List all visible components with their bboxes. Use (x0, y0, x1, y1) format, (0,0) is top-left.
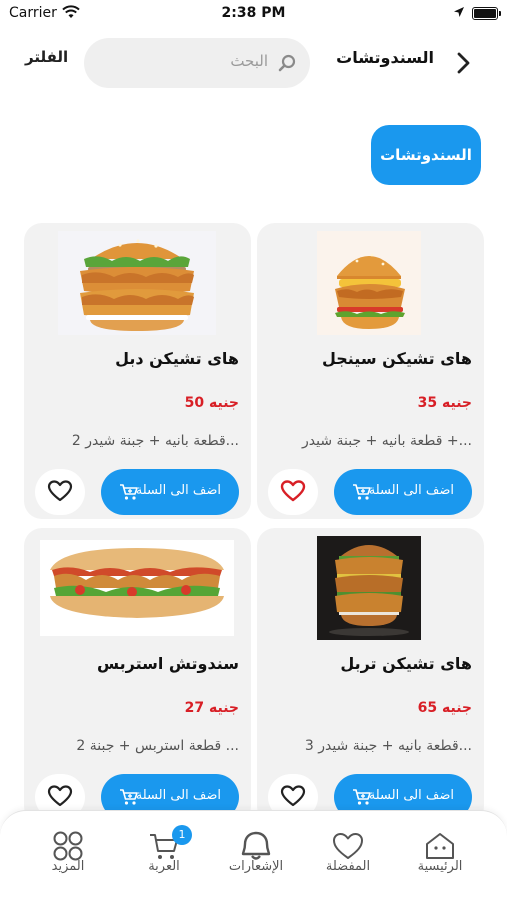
add-to-cart-label: اضف الى السلة (368, 788, 454, 803)
product-price: 65 جنيه (417, 700, 472, 716)
cart-plus-icon (353, 789, 371, 805)
add-to-cart-button[interactable]: اضف الى السلة (101, 469, 239, 515)
bell-icon (241, 831, 271, 860)
burger-image (317, 231, 421, 335)
location-arrow-icon (454, 7, 464, 17)
product-name: هاى تشيكن تربل (340, 654, 472, 673)
product-description: قطعة بانيه + جبنة شيدر +... (302, 433, 472, 449)
tab-notifications[interactable]: الإشعارات (210, 811, 302, 891)
product-image (317, 536, 421, 640)
favorite-button[interactable] (35, 469, 85, 515)
product-name: هاى تشيكن سينجل (321, 349, 472, 368)
tab-label: الإشعارات (228, 859, 284, 874)
add-to-cart-label: اضف الى السلة (135, 483, 221, 498)
chevron-right-icon[interactable] (452, 50, 474, 76)
status-bar: Carrier 2:38 PM (0, 0, 507, 28)
product-card[interactable]: هاى تشيكن تربل 65 جنيه 3 قطعة بانيه + جب… (257, 528, 484, 824)
tab-favorites[interactable]: المفضلة (302, 811, 394, 891)
battery-icon (472, 7, 501, 20)
heart-icon (47, 785, 73, 807)
search-bar[interactable]: البحث (84, 38, 310, 88)
heart-icon (280, 785, 306, 807)
tab-label: المزيد (51, 859, 85, 874)
tab-label: المفضلة (325, 859, 371, 874)
heart-icon (280, 480, 306, 502)
tab-home[interactable]: الرئيسية (394, 811, 486, 891)
product-price: 35 جنيه (417, 395, 472, 411)
product-description: 2 قطعة بانيه + جبنة شيدر... (71, 433, 239, 449)
product-card[interactable]: سندوتش استربس 27 جنيه 2 قطعة استربس + جب… (24, 528, 251, 824)
home-icon (426, 833, 454, 859)
battery-level (474, 9, 496, 18)
add-to-cart-button[interactable]: اضف الى السلة (334, 469, 472, 515)
burger-image (317, 536, 421, 640)
product-description: 3 قطعة بانيه + جبنة شيدر... (304, 738, 472, 754)
tab-label: الرئيسية (417, 859, 463, 874)
cart-plus-icon (353, 484, 371, 500)
bottom-tab-bar: الرئيسية المفضلة الإشعارات 1 العربة المز… (0, 810, 507, 900)
product-name: سندوتش استربس (97, 654, 239, 673)
tab-cart[interactable]: 1 العربة (118, 811, 210, 891)
favorite-button[interactable] (268, 469, 318, 515)
page-title: السندوتشات (336, 48, 434, 67)
filter-button[interactable]: الفلتر (25, 48, 68, 66)
grid-icon (53, 831, 83, 861)
heart-icon (47, 480, 73, 502)
product-card[interactable]: هاى تشيكن سينجل 35 جنيه قطعة بانيه + جبن… (257, 223, 484, 519)
product-price: 27 جنيه (184, 700, 239, 716)
tab-label: العربة (148, 859, 180, 874)
tab-more[interactable]: المزيد (22, 811, 114, 891)
sandwich-image (40, 540, 234, 636)
heart-icon (333, 833, 363, 859)
product-image (317, 231, 421, 335)
cart-badge: 1 (172, 825, 192, 845)
search-input[interactable]: البحث (230, 52, 268, 70)
product-card[interactable]: هاى تشيكن دبل 50 جنيه 2 قطعة بانيه + جبن… (24, 223, 251, 519)
clock: 2:38 PM (221, 5, 286, 21)
burger-image (58, 231, 216, 335)
category-chip-sandwiches[interactable]: السندوتشات (371, 125, 481, 185)
add-to-cart-label: اضف الى السلة (368, 483, 454, 498)
add-to-cart-label: اضف الى السلة (135, 788, 221, 803)
product-description: 2 قطعة استربس + جبنة ... (76, 738, 239, 754)
product-price: 50 جنيه (184, 395, 239, 411)
product-image (40, 540, 234, 636)
product-image (58, 231, 216, 335)
cart-plus-icon (120, 484, 138, 500)
cart-plus-icon (120, 789, 138, 805)
product-name: هاى تشيكن دبل (115, 349, 239, 368)
search-icon (278, 54, 296, 72)
